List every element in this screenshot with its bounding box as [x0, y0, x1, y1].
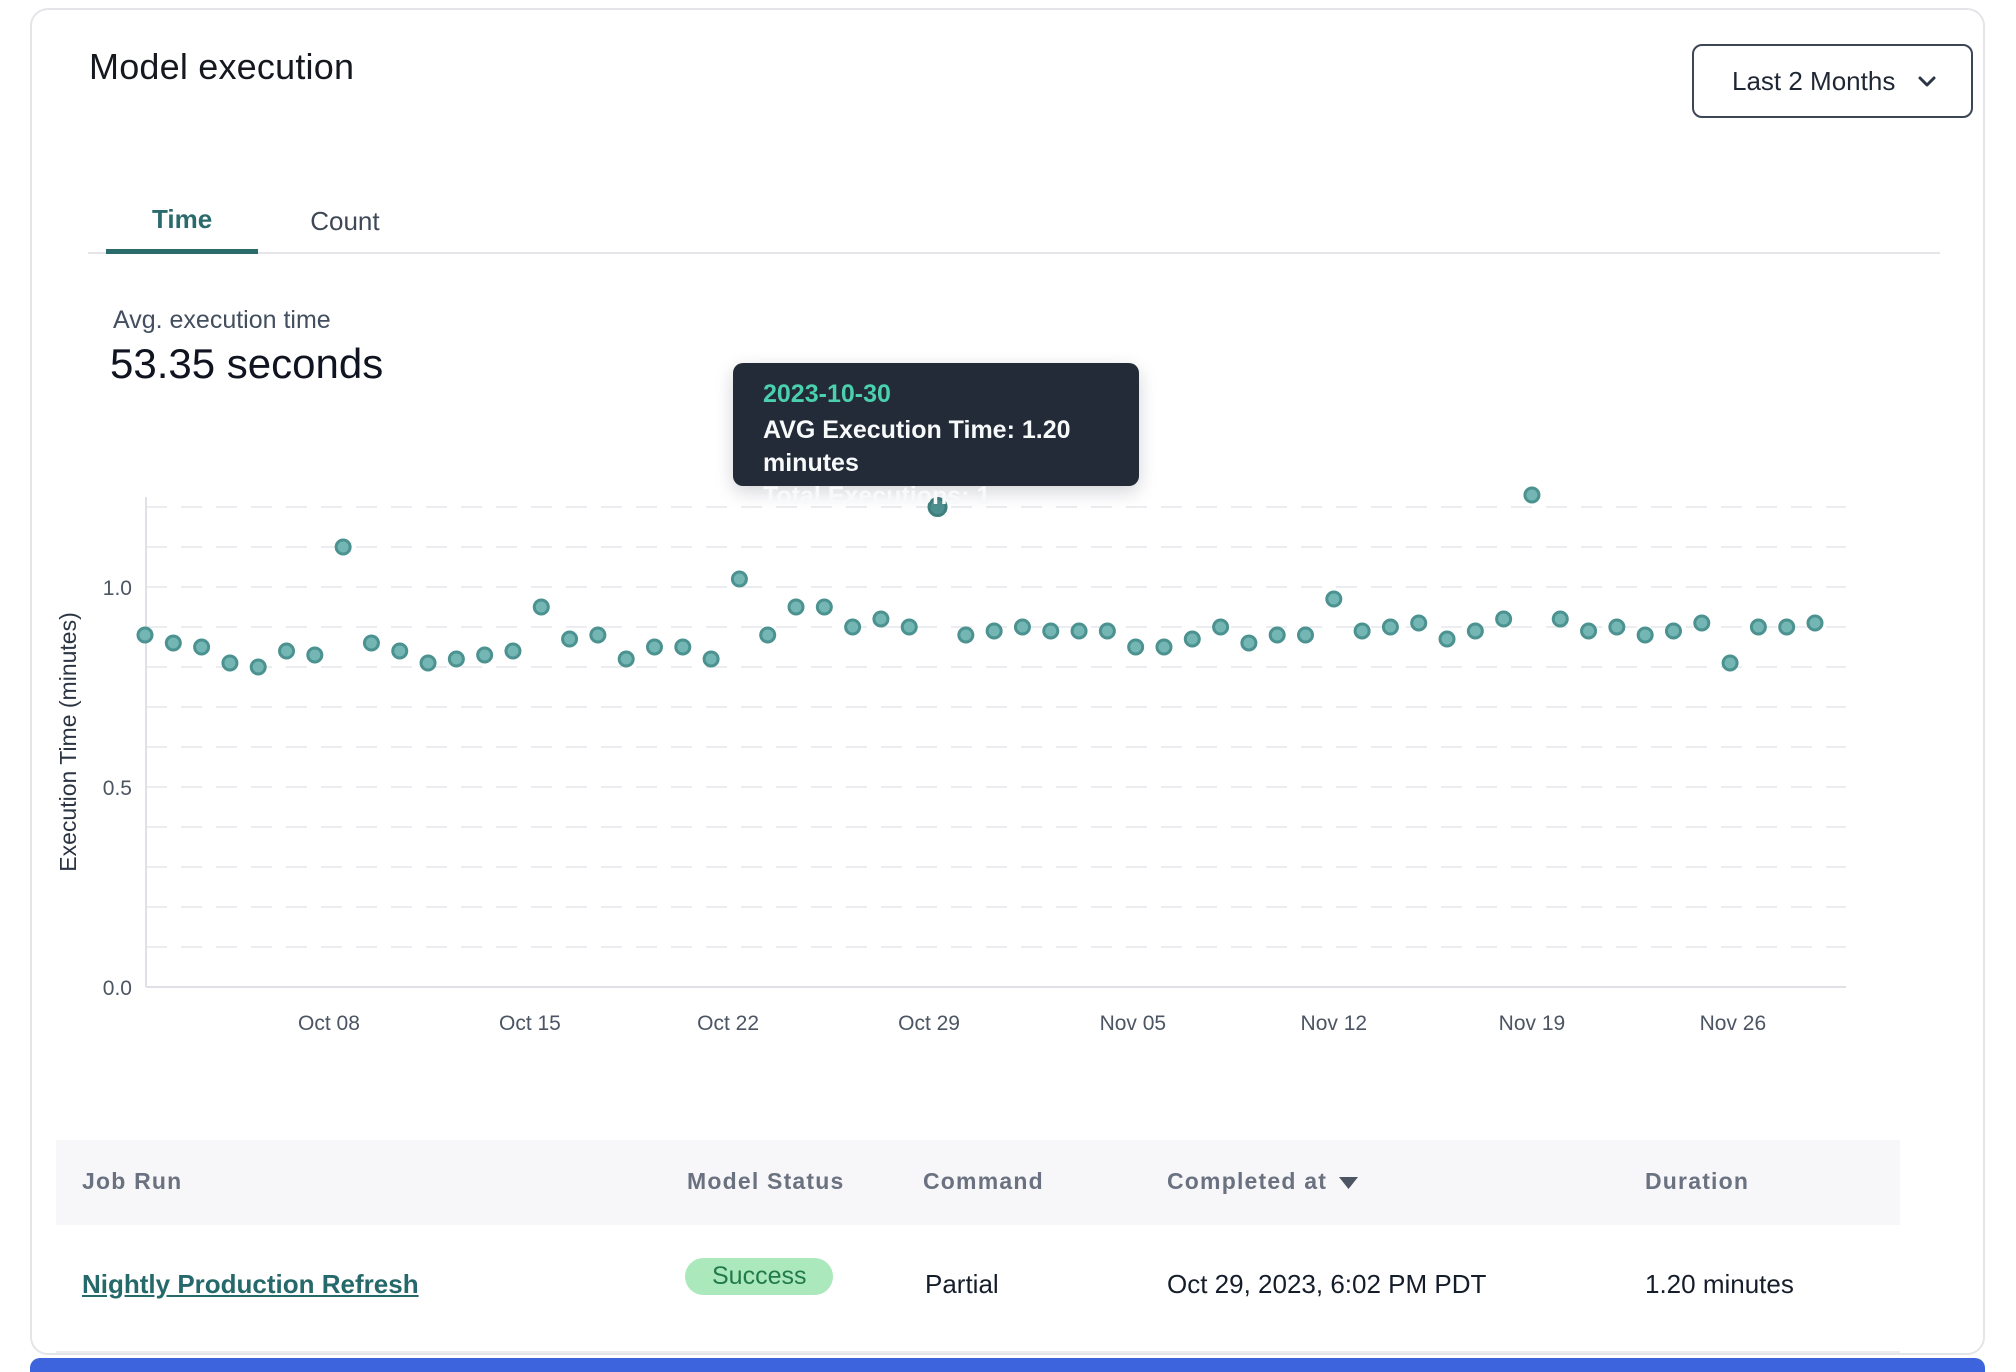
svg-text:1.0: 1.0: [103, 577, 132, 600]
sort-desc-icon[interactable]: [1339, 1168, 1358, 1195]
duration-cell: 1.20 minutes: [1645, 1269, 1794, 1300]
avg-execution-time-label: Avg. execution time: [113, 306, 331, 335]
date-range-label: Last 2 Months: [1732, 66, 1895, 97]
chevron-down-icon: [1913, 67, 1941, 95]
date-range-dropdown[interactable]: Last 2 Months: [1692, 44, 1973, 118]
tab-count[interactable]: Count: [308, 190, 381, 252]
svg-text:Nov 19: Nov 19: [1499, 1012, 1566, 1035]
completed-at-cell: Oct 29, 2023, 6:02 PM PDT: [1167, 1269, 1486, 1300]
svg-text:Oct 29: Oct 29: [898, 1012, 960, 1035]
bottom-blue-bar: [30, 1358, 1985, 1372]
scatter-chart[interactable]: 0.0 0.5 1.0 Oct 08 Oct 15 Oct 22 Oct 29 Nov 05 N…: [56, 478, 1960, 1053]
avg-execution-time-value: 53.35 seconds: [110, 340, 383, 388]
tab-time[interactable]: Time: [106, 190, 258, 254]
svg-text:Nov 05: Nov 05: [1100, 1012, 1167, 1035]
svg-text:Oct 22: Oct 22: [697, 1012, 759, 1035]
chart-tooltip: 2023-10-30 AVG Execution Time: 1.20 minu…: [733, 363, 1139, 486]
tab-bar: Time Count: [88, 190, 1940, 254]
job-run-link[interactable]: Nightly Production Refresh: [82, 1269, 419, 1300]
svg-text:Oct 08: Oct 08: [298, 1012, 360, 1035]
tooltip-date: 2023-10-30: [763, 380, 1139, 409]
svg-text:Nov 26: Nov 26: [1700, 1012, 1767, 1035]
col-header-duration[interactable]: Duration: [1645, 1168, 1749, 1195]
col-header-command[interactable]: Command: [923, 1168, 1044, 1195]
page-title: Model execution: [89, 46, 354, 88]
svg-text:Oct 15: Oct 15: [499, 1012, 561, 1035]
table-header-row: Job Run Model Status Command Completed a…: [56, 1140, 1900, 1225]
col-header-completed-at[interactable]: Completed at: [1167, 1168, 1358, 1195]
col-header-model-status[interactable]: Model Status: [687, 1168, 845, 1195]
svg-text:Nov 12: Nov 12: [1301, 1012, 1368, 1035]
svg-text:Execution Time (minutes): Execution Time (minutes): [56, 612, 81, 871]
tooltip-total-line: Total Executions: 1: [763, 480, 1139, 513]
svg-text:0.0: 0.0: [103, 977, 132, 1000]
col-header-job-run[interactable]: Job Run: [82, 1168, 182, 1195]
status-badge: Success: [685, 1258, 833, 1295]
svg-text:0.5: 0.5: [103, 777, 132, 800]
command-cell: Partial: [925, 1269, 999, 1300]
tooltip-avg-line: AVG Execution Time: 1.20 minutes: [763, 414, 1139, 480]
table-row: Nightly Production Refresh Success Parti…: [56, 1225, 1900, 1353]
